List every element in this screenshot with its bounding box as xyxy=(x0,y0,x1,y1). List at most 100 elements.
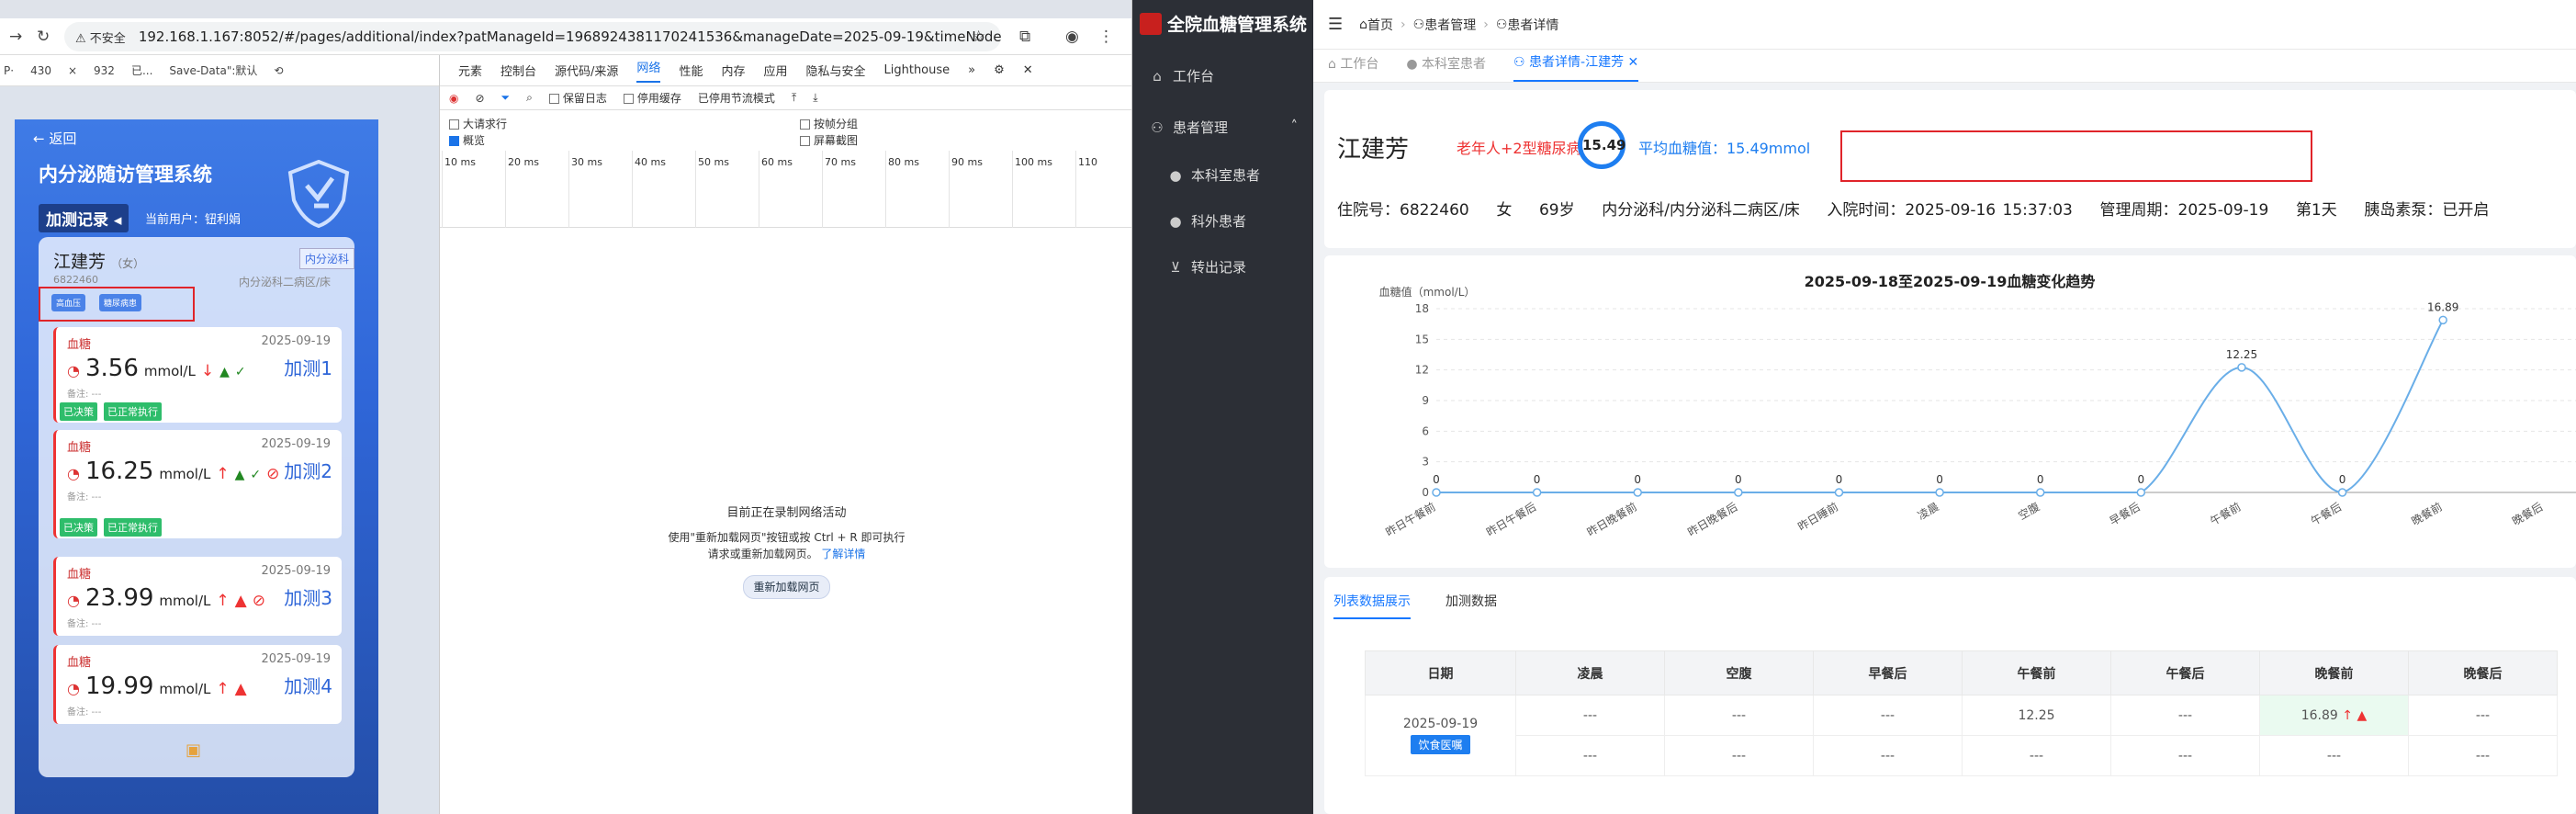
close-icon[interactable]: ✕ xyxy=(1023,63,1033,77)
devtools-tab-performance[interactable]: 性能 xyxy=(679,62,703,79)
glucose-entry[interactable]: 血糖 2025-09-19 ◔ 16.25 mmol/L ↑ ▲ ✓ ⊘ 加测2 备注: -… xyxy=(53,430,342,538)
reload-icon[interactable]: ↻ xyxy=(37,28,50,46)
column-header: 早餐后 xyxy=(1813,650,1963,695)
device-mode[interactable]: 已... xyxy=(131,62,152,78)
sidebar-item-workbench[interactable]: ⌂ 工作台 xyxy=(1151,66,1214,85)
table-cell[interactable]: --- xyxy=(1515,735,1665,776)
diet-order-button[interactable]: 饮食医嘱 xyxy=(1411,735,1470,754)
security-warning[interactable]: ⚠ 不安全 xyxy=(75,28,126,46)
devtools-tab-privacy[interactable]: 隐私与安全 xyxy=(805,62,865,79)
hospital-logo xyxy=(1140,13,1162,35)
table-cell[interactable]: --- xyxy=(1813,695,1963,736)
clear-icon[interactable]: ⊘ xyxy=(475,92,484,105)
data-label: 0 xyxy=(1836,473,1843,486)
forward-icon[interactable]: → xyxy=(9,28,22,46)
throttle-select[interactable]: 已停用节流模式 xyxy=(698,90,775,106)
tab-dept-patients[interactable]: ● 本科室患者 xyxy=(1406,54,1486,82)
overview-checkbox[interactable]: 概览 xyxy=(449,132,485,148)
url-bar[interactable]: ⚠ 不安全 192.168.1.167:8052/#/pages/additio… xyxy=(64,22,1001,51)
tab-workbench[interactable]: ⌂ 工作台 xyxy=(1328,54,1378,82)
download-icon[interactable]: ⤓ xyxy=(813,91,817,105)
data-point xyxy=(1935,488,1944,497)
glucose-entry[interactable]: 血糖 2025-09-19 ◔ 19.99 mmol/L ↑ ▲ 加测4 备注: --- xyxy=(53,645,342,724)
devtools-tab-elements[interactable]: 元素 xyxy=(458,62,482,79)
tab-extra-tests[interactable]: 加测数据 xyxy=(1445,592,1497,619)
timeline-tick: 50 ms xyxy=(695,151,729,228)
devtools-tab-console[interactable]: 控制台 xyxy=(501,62,536,79)
x-tick-label: 午餐前 xyxy=(2208,500,2244,528)
devtools-tab-sources[interactable]: 源代码/来源 xyxy=(555,62,618,79)
learn-more-link[interactable]: 了解详情 xyxy=(821,548,865,560)
big-rows-checkbox[interactable]: 大请求行 xyxy=(449,116,507,131)
sidebar-item-transfer-records[interactable]: ⊻ 转出记录 xyxy=(1169,257,1247,277)
table-cell[interactable]: --- xyxy=(2408,735,2558,776)
entry-date: 2025-09-19 xyxy=(261,652,331,666)
table-cell[interactable]: 12.25 xyxy=(1962,695,2111,736)
x-tick-label: 昨日午餐后 xyxy=(1484,500,1538,539)
devtools-tab-application[interactable]: 应用 xyxy=(763,62,787,79)
table-cell[interactable]: --- xyxy=(1813,735,1963,776)
drop-icon: ◔ xyxy=(67,592,80,609)
sidebar-item-external-patients[interactable]: ● 科外患者 xyxy=(1169,211,1246,231)
folder-icon[interactable]: ▣ xyxy=(186,741,201,760)
record-dropdown[interactable]: 加测记录 ◂ xyxy=(39,204,129,232)
screenshots-checkbox[interactable]: 屏幕截图 xyxy=(800,132,858,148)
tab-patient-detail[interactable]: ⚇ 患者详情-江建芳 ✕ xyxy=(1513,52,1639,82)
preserve-log-checkbox[interactable]: 保留日志 xyxy=(548,90,607,106)
network-empty-state: 目前正在录制网络活动 使用"重新加载网页"按钮或按 Ctrl + R 即可执行 … xyxy=(440,505,1131,599)
sidebar-item-patients[interactable]: ⚇ 患者管理 ˄ xyxy=(1151,118,1298,137)
table-cell[interactable]: --- xyxy=(2259,735,2409,776)
add-test-link[interactable]: 加测1 xyxy=(284,358,332,379)
reload-page-button[interactable]: 重新加载网页 xyxy=(743,575,830,599)
user-icon: ● xyxy=(1169,167,1182,184)
table-cell[interactable]: --- xyxy=(2408,695,2558,736)
hamburger-icon[interactable]: ☰ xyxy=(1328,15,1343,34)
more-tabs-icon[interactable]: » xyxy=(968,63,975,77)
menu-icon[interactable]: ⋮ xyxy=(1098,28,1114,46)
table-cell[interactable]: --- xyxy=(1962,735,2111,776)
device-mode-icon[interactable]: P· xyxy=(4,64,14,77)
screenshots-label: 屏幕截图 xyxy=(814,134,859,147)
add-test-link[interactable]: 加测4 xyxy=(284,676,332,696)
disable-cache-checkbox[interactable]: 停用缓存 xyxy=(623,90,681,106)
status-badge: 已正常执行 xyxy=(104,402,162,421)
bookmark-star-icon[interactable]: ☆ xyxy=(972,28,985,46)
breadcrumb-patients[interactable]: 患者管理 xyxy=(1424,16,1476,34)
browser-window: → ↻ ⚠ 不安全 192.168.1.167:8052/#/pages/add… xyxy=(0,0,1132,814)
add-test-link[interactable]: 加测2 xyxy=(284,461,332,481)
settings-icon[interactable]: ⚙ xyxy=(994,63,1005,77)
devtools-tab-memory[interactable]: 内存 xyxy=(721,62,745,79)
device-height[interactable]: 932 xyxy=(94,64,115,77)
arrow-up-icon: ↑ xyxy=(216,680,230,698)
extensions-icon[interactable]: ⧉ xyxy=(1019,28,1030,46)
devtools-tab-lighthouse[interactable]: Lighthouse xyxy=(884,63,951,77)
device-width[interactable]: 430 xyxy=(30,64,51,77)
save-data-select[interactable]: Save-Data":默认 xyxy=(169,62,257,78)
entry-unit: mmol/L xyxy=(159,466,211,482)
upload-icon[interactable]: ⤒ xyxy=(792,91,796,105)
devtools-tab-network[interactable]: 网络 xyxy=(636,58,661,83)
breadcrumb-home[interactable]: 首页 xyxy=(1367,16,1393,34)
table-cell-highlight[interactable]: 16.89 ↑ ▲ xyxy=(2259,695,2409,736)
search-icon[interactable]: ⌕ xyxy=(526,91,533,105)
glucose-entry[interactable]: 血糖 2025-09-19 ◔ 3.56 mmol/L ↓ ▲ ✓ 加测1 备注: ---… xyxy=(53,327,342,423)
sidebar-item-dept-patients[interactable]: ● 本科室患者 xyxy=(1169,165,1260,185)
table-cell[interactable]: --- xyxy=(2110,735,2260,776)
table-cell[interactable]: --- xyxy=(1664,695,1814,736)
tab-list-data[interactable]: 列表数据展示 xyxy=(1333,592,1411,619)
group-by-frame-checkbox[interactable]: 按帧分组 xyxy=(800,116,858,131)
entry-value-row: ◔ 3.56 mmol/L ↓ ▲ ✓ xyxy=(67,355,246,382)
rotate-icon[interactable]: ⟲ xyxy=(274,64,283,77)
inpatient-no: 住院号：6822460 xyxy=(1337,201,1469,220)
back-link[interactable]: ← 返回 xyxy=(33,129,76,148)
close-icon[interactable]: ✕ xyxy=(1628,55,1639,70)
add-test-link[interactable]: 加测3 xyxy=(284,588,332,608)
entry-note: 备注: --- xyxy=(67,390,102,400)
table-cell[interactable]: --- xyxy=(1515,695,1665,736)
record-icon[interactable]: ◉ xyxy=(449,92,458,105)
filter-icon[interactable]: ⏷ xyxy=(501,91,511,105)
table-cell[interactable]: --- xyxy=(1664,735,1814,776)
table-cell[interactable]: --- xyxy=(2110,695,2260,736)
glucose-entry[interactable]: 血糖 2025-09-19 ◔ 23.99 mmol/L ↑ ▲ ⊘ 加测3 备注: --… xyxy=(53,557,342,636)
profile-icon[interactable]: ◉ xyxy=(1065,28,1079,46)
